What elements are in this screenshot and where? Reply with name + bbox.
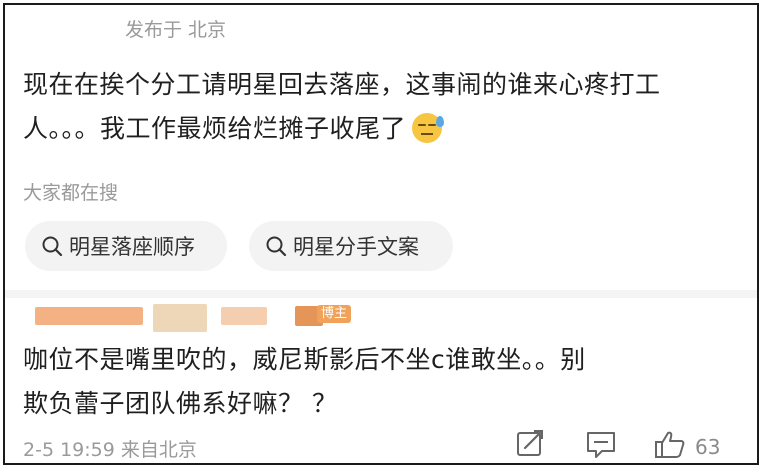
post-content-text: 人。。。我工作最烦给烂摊子收尾了 <box>23 114 407 143</box>
search-chip-2[interactable]: 明星分手文案 <box>249 221 453 271</box>
section-divider <box>5 290 757 298</box>
post-location: 发布于 北京 <box>125 19 227 41</box>
comment-timestamp: 2-5 19:59 来自北京 <box>23 439 197 461</box>
comment-text-line: 咖位不是嘴里吹的，威尼斯影后不坐c谁敢坐。。别 <box>23 345 586 374</box>
search-chip-label: 明星分手文案 <box>293 235 419 259</box>
search-chip-label: 明星落座顺序 <box>69 235 195 259</box>
post-content-line: 现在在挨个分工请明星回去落座，这事闹的谁来心疼打工 <box>23 70 661 99</box>
thumbs-up-icon[interactable] <box>653 429 687 459</box>
like-count: 63 <box>695 435 721 459</box>
user-badge: 博主 <box>317 305 352 323</box>
search-icon <box>266 236 287 257</box>
comment-text: 咖位不是嘴里吹的，威尼斯影后不坐c谁敢坐。。别 欺负蕾子团队佛系好嘛？ ？ <box>23 338 743 426</box>
search-icon <box>42 236 63 257</box>
blurred-username <box>35 307 143 325</box>
sweat-face-emoji-icon <box>412 113 445 143</box>
blurred-username <box>221 307 267 325</box>
post-content-line: 人。。。我工作最烦给烂摊子收尾了 <box>23 107 743 151</box>
blurred-username <box>153 304 207 332</box>
comment-text-line: 欺负蕾子团队佛系好嘛？ ？ <box>23 389 338 418</box>
comment-icon[interactable] <box>584 429 618 459</box>
share-icon[interactable] <box>514 429 548 459</box>
trending-search-title: 大家都在搜 <box>23 182 119 204</box>
weibo-screenshot-frame: 发布于 北京 现在在挨个分工请明星回去落座，这事闹的谁来心疼打工 人。。。我工作… <box>3 3 759 465</box>
search-chip-1[interactable]: 明星落座顺序 <box>25 221 227 271</box>
post-content: 现在在挨个分工请明星回去落座，这事闹的谁来心疼打工 人。。。我工作最烦给烂摊子收… <box>23 63 743 151</box>
